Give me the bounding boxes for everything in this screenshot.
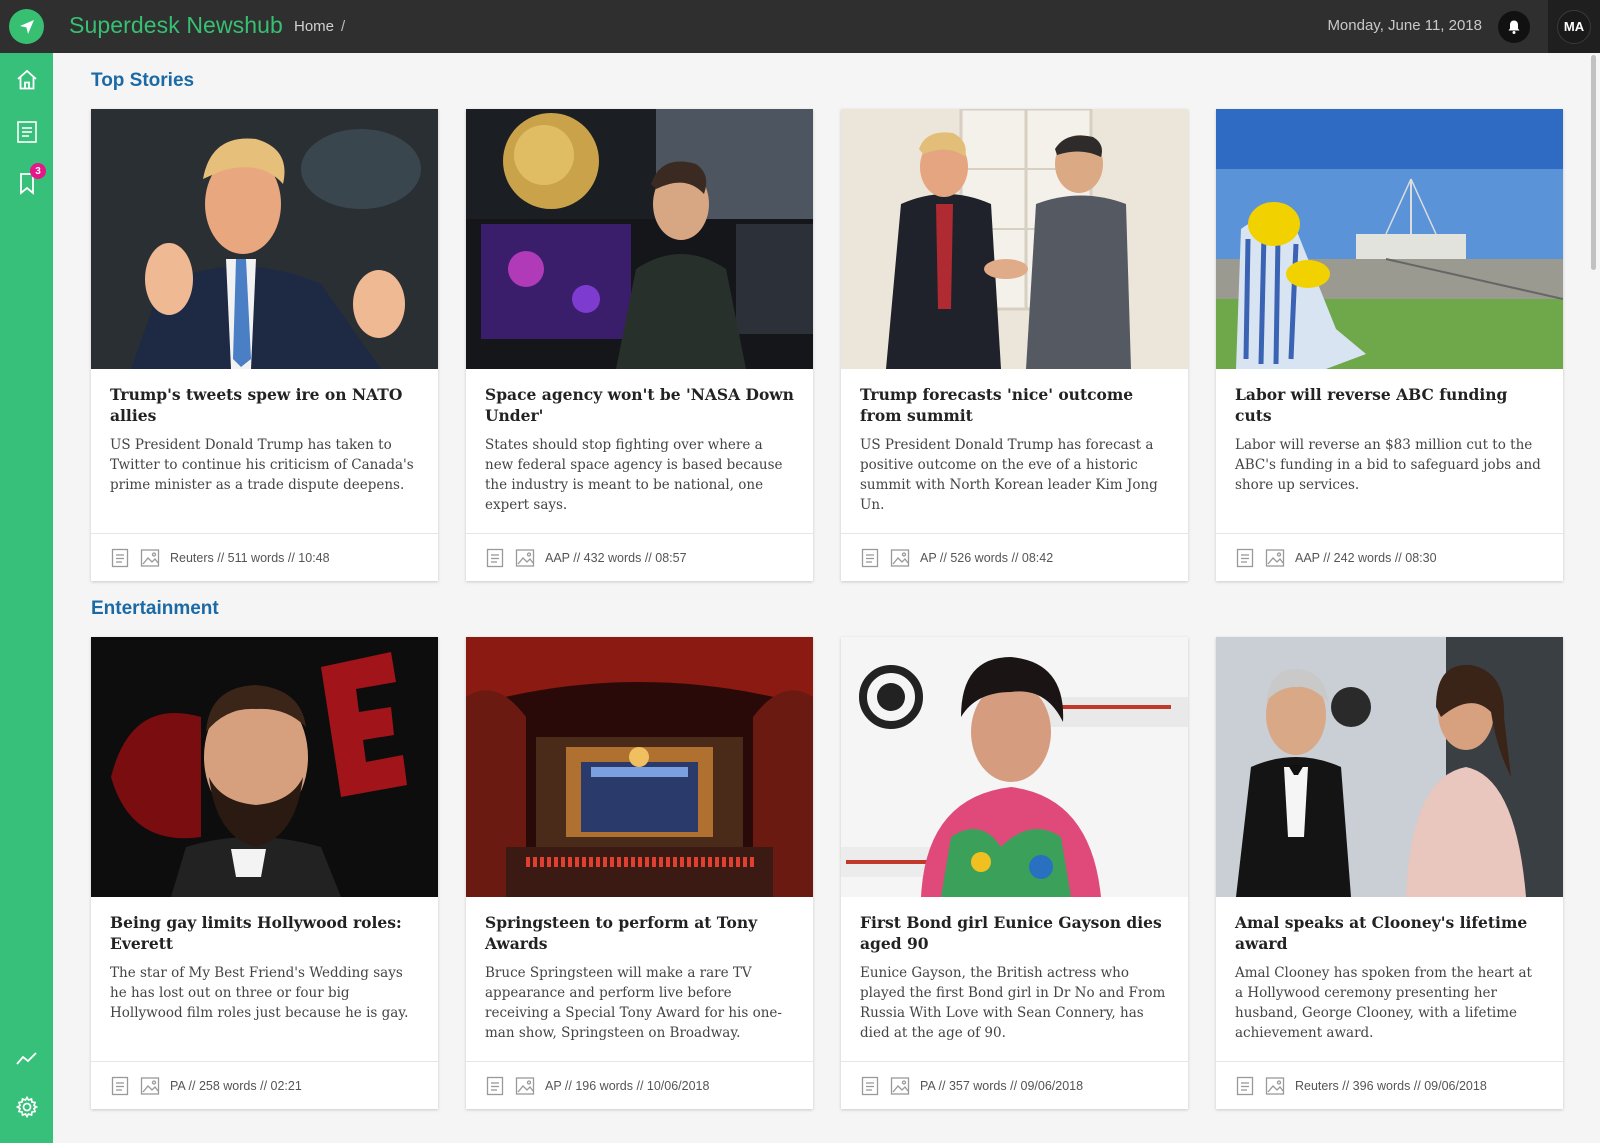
- section-title-entertainment[interactable]: Entertainment: [91, 598, 219, 620]
- picture-item-icon: [515, 548, 535, 568]
- story-image[interactable]: [466, 637, 813, 897]
- story-meta: Reuters // 511 words // 10:48: [170, 550, 330, 565]
- home-icon[interactable]: [14, 67, 40, 93]
- story-summary: US President Donald Trump has forecast a…: [860, 437, 1158, 513]
- story-meta-bar: AP // 196 words // 10/06/2018: [466, 1061, 813, 1109]
- picture-item-icon: [515, 1076, 535, 1096]
- story-summary: Labor will reverse an $83 million cut to…: [1235, 437, 1541, 493]
- avatar[interactable]: MA: [1557, 9, 1591, 44]
- text-item-icon: [860, 1076, 880, 1096]
- story-headline[interactable]: Being gay limits Hollywood roles: Everet…: [110, 912, 419, 954]
- story-meta: PA // 357 words // 09/06/2018: [920, 1078, 1084, 1093]
- analytics-icon[interactable]: [14, 1045, 40, 1071]
- story-summary: States should stop fighting over where a…: [485, 437, 783, 513]
- news-card[interactable]: Being gay limits Hollywood roles: Everet…: [91, 637, 438, 1109]
- news-card[interactable]: Amal speaks at Clooney's lifetime award …: [1216, 637, 1563, 1109]
- picture-item-icon: [890, 1076, 910, 1096]
- saved-count-badge: 3: [30, 163, 46, 179]
- story-meta: PA // 258 words // 02:21: [170, 1078, 302, 1093]
- news-card[interactable]: Trump forecasts 'nice' outcome from summ…: [841, 109, 1188, 581]
- story-headline[interactable]: Trump forecasts 'nice' outcome from summ…: [860, 384, 1169, 426]
- logo-icon[interactable]: [9, 9, 44, 44]
- scrollbar[interactable]: [1591, 55, 1596, 270]
- story-headline[interactable]: Trump's tweets spew ire on NATO allies: [110, 384, 419, 426]
- picture-item-icon: [140, 1076, 160, 1096]
- news-card[interactable]: First Bond girl Eunice Gayson dies aged …: [841, 637, 1188, 1109]
- story-image[interactable]: [841, 637, 1188, 897]
- story-meta: AAP // 242 words // 08:30: [1295, 550, 1437, 565]
- settings-gear-icon[interactable]: [14, 1094, 40, 1120]
- top-bar: Superdesk Newshub Home / Monday, June 11,…: [0, 0, 1600, 53]
- story-summary: Eunice Gayson, the British actress who p…: [860, 965, 1166, 1041]
- story-image[interactable]: [841, 109, 1188, 369]
- story-image[interactable]: [466, 109, 813, 369]
- story-summary: Amal Clooney has spoken from the heart a…: [1235, 965, 1532, 1041]
- text-item-icon: [485, 1076, 505, 1096]
- story-meta-bar: AP // 526 words // 08:42: [841, 533, 1188, 581]
- story-headline[interactable]: Space agency won't be 'NASA Down Under': [485, 384, 794, 426]
- story-meta-bar: AAP // 432 words // 08:57: [466, 533, 813, 581]
- news-card[interactable]: Space agency won't be 'NASA Down Under' …: [466, 109, 813, 581]
- news-card[interactable]: Trump's tweets spew ire on NATO allies U…: [91, 109, 438, 581]
- story-meta-bar: Reuters // 511 words // 10:48: [91, 533, 438, 581]
- picture-item-icon: [1265, 548, 1285, 568]
- story-meta: AAP // 432 words // 08:57: [545, 550, 687, 565]
- user-menu[interactable]: MA: [1548, 0, 1600, 53]
- story-meta-bar: AAP // 242 words // 08:30: [1216, 533, 1563, 581]
- story-headline[interactable]: Springsteen to perform at Tony Awards: [485, 912, 794, 954]
- picture-item-icon: [890, 548, 910, 568]
- text-item-icon: [110, 1076, 130, 1096]
- story-meta-bar: Reuters // 396 words // 09/06/2018: [1216, 1061, 1563, 1109]
- story-image[interactable]: [1216, 637, 1563, 897]
- wire-icon[interactable]: [14, 119, 40, 145]
- notifications-bell-icon[interactable]: [1498, 11, 1530, 43]
- story-summary: Bruce Springsteen will make a rare TV ap…: [485, 965, 782, 1041]
- news-card[interactable]: Springsteen to perform at Tony Awards Br…: [466, 637, 813, 1109]
- current-date: Monday, June 11, 2018: [1327, 17, 1482, 34]
- picture-item-icon: [1265, 1076, 1285, 1096]
- breadcrumb-home[interactable]: Home: [294, 18, 334, 35]
- story-meta: Reuters // 396 words // 09/06/2018: [1295, 1078, 1487, 1093]
- story-summary: The star of My Best Friend's Wedding say…: [110, 965, 409, 1021]
- story-headline[interactable]: First Bond girl Eunice Gayson dies aged …: [860, 912, 1169, 954]
- text-item-icon: [860, 548, 880, 568]
- news-card[interactable]: Labor will reverse ABC funding cuts Labo…: [1216, 109, 1563, 581]
- text-item-icon: [110, 548, 130, 568]
- story-meta: AP // 196 words // 10/06/2018: [545, 1078, 710, 1093]
- sidebar: 3: [0, 53, 53, 1143]
- story-meta-bar: PA // 258 words // 02:21: [91, 1061, 438, 1109]
- app-title[interactable]: Superdesk Newshub: [69, 12, 283, 39]
- story-image[interactable]: [91, 109, 438, 369]
- text-item-icon: [1235, 1076, 1255, 1096]
- section-title-top-stories[interactable]: Top Stories: [91, 70, 194, 92]
- picture-item-icon: [140, 548, 160, 568]
- story-image[interactable]: [1216, 109, 1563, 369]
- story-summary: US President Donald Trump has taken to T…: [110, 437, 414, 493]
- story-headline[interactable]: Labor will reverse ABC funding cuts: [1235, 384, 1544, 426]
- story-meta-bar: PA // 357 words // 09/06/2018: [841, 1061, 1188, 1109]
- breadcrumb: Home /: [294, 18, 345, 35]
- main-content: Top Stories Trump's tweets spew ire on N…: [53, 53, 1600, 1143]
- story-meta: AP // 526 words // 08:42: [920, 550, 1054, 565]
- story-image[interactable]: [91, 637, 438, 897]
- breadcrumb-separator: /: [341, 18, 346, 35]
- story-headline[interactable]: Amal speaks at Clooney's lifetime award: [1235, 912, 1544, 954]
- text-item-icon: [1235, 548, 1255, 568]
- text-item-icon: [485, 548, 505, 568]
